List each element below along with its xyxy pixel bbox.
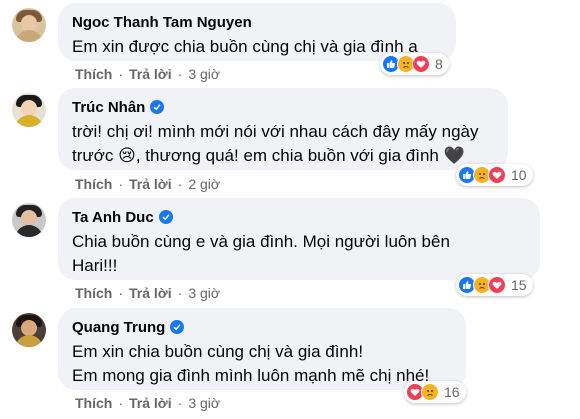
avatar[interactable] [12,93,46,127]
love-reaction-icon [412,55,430,73]
reply-button[interactable]: Trả lời [129,285,172,301]
reply-button[interactable]: Trả lời [129,395,172,411]
timestamp[interactable]: 3 giờ [188,395,220,411]
comment-text: Em xin chia buồn cùng chị và gia đình! E… [72,342,430,385]
author-name[interactable]: Ta Anh Duc [72,209,154,226]
like-button[interactable]: Thích [75,176,112,192]
avatar[interactable] [12,313,46,347]
avatar[interactable] [12,8,46,42]
reaction-summary[interactable]: 16 [404,381,466,403]
separator: · [177,66,183,82]
author-name[interactable]: Ngoc Thanh Tam Nguyen [72,14,252,31]
comment-bubble: Quang Trung Em xin chia buồn cùng chị và… [58,308,466,390]
verified-badge-icon [158,210,173,224]
like-button[interactable]: Thích [75,285,112,301]
separator: · [118,176,124,192]
reaction-count: 10 [511,167,527,183]
sad-reaction-icon [421,383,439,401]
comment-actions: Thích · Trả lời · 3 giờ [75,285,220,301]
comment-text: trời! chị ơi! mình mới nói với nhau cách… [72,122,479,165]
like-button[interactable]: Thích [75,395,112,411]
separator: · [177,176,183,192]
love-reaction-icon [488,276,506,294]
timestamp[interactable]: 3 giờ [188,66,220,82]
reaction-count: 15 [511,277,527,293]
timestamp[interactable]: 3 giờ [188,285,220,301]
comment-actions: Thích · Trả lời · 2 giờ [75,176,220,192]
separator: · [118,66,124,82]
comment-actions: Thích · Trả lời · 3 giờ [75,66,220,82]
author-name[interactable]: Trúc Nhân [72,99,145,116]
author-name[interactable]: Quang Trung [72,319,165,336]
reaction-summary[interactable]: 10 [456,164,533,186]
love-reaction-icon [488,166,506,184]
reply-button[interactable]: Trả lời [129,176,172,192]
separator: · [177,395,183,411]
avatar[interactable] [12,203,46,237]
verified-badge-icon [150,100,165,114]
like-button[interactable]: Thích [75,66,112,82]
separator: · [118,395,124,411]
reaction-summary[interactable]: 8 [380,53,449,75]
comment-bubble: Trúc Nhân trời! chị ơi! mình mới nói với… [58,88,508,170]
reaction-summary[interactable]: 15 [456,274,533,296]
comment-actions: Thích · Trả lời · 3 giờ [75,395,220,411]
reaction-count: 8 [435,56,443,72]
comment-bubble: Ta Anh Duc Chia buồn cùng e và gia đình.… [58,198,540,280]
comment-text: Chia buồn cùng e và gia đình. Mọi người … [72,232,450,275]
separator: · [177,285,183,301]
timestamp[interactable]: 2 giờ [188,176,220,192]
reaction-count: 16 [444,384,460,400]
separator: · [118,285,124,301]
verified-badge-icon [170,320,185,334]
reply-button[interactable]: Trả lời [129,66,172,82]
